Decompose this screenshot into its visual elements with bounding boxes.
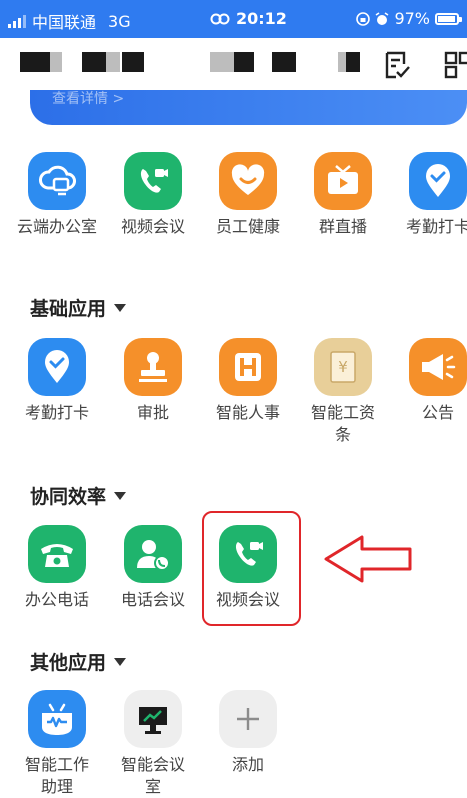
location-check-icon xyxy=(426,164,450,197)
app-label: 智能工作助理 xyxy=(24,755,89,796)
battery-percent: 97% xyxy=(394,9,430,28)
network-type: 3G xyxy=(108,11,131,31)
conference-call-icon xyxy=(137,540,170,571)
app-header xyxy=(0,38,467,90)
caret-down-icon xyxy=(114,303,127,312)
presentation-icon xyxy=(139,707,167,734)
section-title-basic[interactable]: 基础应用 xyxy=(30,294,127,321)
redacted-block xyxy=(346,52,360,72)
app-tile xyxy=(409,338,467,396)
app-label: 云端办公室 xyxy=(16,217,97,236)
status-bar: 中国联通 3G 20:12 97% xyxy=(0,0,467,38)
app-tile xyxy=(124,525,182,583)
app-label: 审批 xyxy=(136,403,169,422)
svg-text:¥: ¥ xyxy=(338,358,348,376)
section-title-text: 其他应用 xyxy=(30,652,107,674)
section-title-collaboration[interactable]: 协同效率 xyxy=(30,482,127,509)
redacted-block xyxy=(20,52,50,72)
app-smart-meeting-room[interactable]: 智能会议室 xyxy=(106,690,200,798)
qr-scan-icon[interactable] xyxy=(443,50,467,80)
app-smart-assistant[interactable]: 智能工作助理 xyxy=(10,690,104,798)
section-title-other[interactable]: 其他应用 xyxy=(30,648,127,675)
app-announcement[interactable]: 公告 xyxy=(391,338,467,424)
app-video-meeting[interactable]: 视频会议 xyxy=(106,152,200,238)
app-label: 智能会议室 xyxy=(120,755,185,796)
battery-icon xyxy=(435,12,462,25)
caret-down-icon xyxy=(114,491,127,500)
phone-icon xyxy=(41,544,73,567)
cloud-office-icon xyxy=(39,165,76,196)
section-title-text: 基础应用 xyxy=(30,298,107,320)
caret-down-icon xyxy=(114,657,127,666)
app-salary-slip[interactable]: ¥ 智能工资条 xyxy=(296,338,390,446)
app-attendance[interactable]: 考勤打卡 xyxy=(391,152,467,238)
redacted-block xyxy=(338,52,346,72)
section-title-text: 协同效率 xyxy=(30,486,107,508)
app-label: 智能人事 xyxy=(215,403,280,422)
salary-icon: ¥ xyxy=(330,351,356,383)
app-tile xyxy=(28,338,86,396)
app-office-phone[interactable]: 办公电话 xyxy=(10,525,104,611)
carrier: 中国联通 xyxy=(32,13,97,32)
robot-assistant-icon xyxy=(42,703,72,735)
app-employee-health[interactable]: 员工健康 xyxy=(201,152,295,238)
stamp-icon xyxy=(139,352,167,382)
app-label: 群直播 xyxy=(318,217,367,236)
redacted-block xyxy=(210,52,234,72)
app-tile: ¥ xyxy=(314,338,372,396)
heart-smile-icon xyxy=(231,164,265,195)
megaphone-icon xyxy=(422,354,456,380)
app-approval[interactable]: 审批 xyxy=(106,338,200,424)
app-tile xyxy=(219,338,277,396)
app-label: 视频会议 xyxy=(120,217,185,236)
clock: 20:12 xyxy=(236,9,287,28)
alarm-icon xyxy=(375,11,389,25)
pointing-arrow-icon xyxy=(324,535,412,583)
edit-checklist-icon[interactable] xyxy=(382,50,412,80)
app-add-button[interactable]: 添加 xyxy=(201,690,295,776)
redacted-block xyxy=(82,52,106,72)
signal-icon xyxy=(8,14,26,28)
promo-banner[interactable]: 查看详情 > xyxy=(30,90,467,125)
app-tile xyxy=(219,152,277,210)
app-tile xyxy=(219,690,277,748)
app-label: 公告 xyxy=(421,403,454,422)
app-tile xyxy=(28,152,86,210)
plus-icon xyxy=(237,708,259,730)
redacted-block xyxy=(122,52,144,72)
highlight-box xyxy=(202,511,301,626)
app-tile xyxy=(28,525,86,583)
link-icon xyxy=(210,13,230,24)
app-cloud-office[interactable]: 云端办公室 xyxy=(10,152,104,238)
app-label: 添加 xyxy=(231,755,264,774)
redacted-block xyxy=(234,52,254,72)
tv-live-icon xyxy=(328,165,358,194)
redacted-block xyxy=(106,52,120,72)
app-phone-conference[interactable]: 电话会议 xyxy=(106,525,200,611)
app-label: 考勤打卡 xyxy=(24,403,89,422)
app-label: 办公电话 xyxy=(24,590,89,609)
rotation-lock-icon xyxy=(356,11,371,26)
app-label: 电话会议 xyxy=(120,590,185,609)
app-label: 考勤打卡 xyxy=(405,217,467,236)
app-tile xyxy=(314,152,372,210)
app-smart-hr[interactable]: 智能人事 xyxy=(201,338,295,424)
location-check-icon xyxy=(45,350,69,383)
app-label: 智能工资条 xyxy=(310,403,375,444)
app-tile xyxy=(124,152,182,210)
video-call-icon xyxy=(140,169,168,193)
redacted-block xyxy=(50,52,62,72)
app-attendance-basic[interactable]: 考勤打卡 xyxy=(10,338,104,424)
banner-details-link[interactable]: 查看详情 > xyxy=(52,90,124,108)
redacted-block xyxy=(272,52,296,72)
app-group-live[interactable]: 群直播 xyxy=(296,152,390,238)
app-label: 员工健康 xyxy=(215,217,280,236)
app-tile xyxy=(28,690,86,748)
app-tile xyxy=(124,338,182,396)
app-tile xyxy=(409,152,467,210)
app-tile xyxy=(124,690,182,748)
hr-icon xyxy=(235,353,261,381)
